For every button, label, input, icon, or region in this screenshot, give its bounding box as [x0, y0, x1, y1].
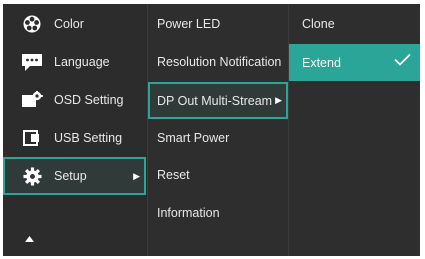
setup-item-label: Resolution Notification	[157, 55, 282, 69]
setup-item-label: Power LED	[157, 17, 221, 31]
main-menu-item-language[interactable]: Language	[3, 44, 146, 80]
setup-item-label: Information	[157, 206, 220, 220]
setup-item-information[interactable]: Information	[148, 195, 288, 231]
triangle-up-icon[interactable]	[25, 229, 34, 247]
setup-item-label: Smart Power	[157, 131, 230, 145]
setup-item-label: DP Out Multi-Stream	[157, 93, 273, 108]
color-wheel-icon	[21, 14, 43, 34]
speech-bubble-icon	[21, 52, 43, 72]
usb-setting-icon	[21, 128, 43, 148]
submenu-arrow-icon: ▶	[275, 95, 282, 105]
main-menu-item-usb-setting[interactable]: USB Setting	[3, 120, 146, 156]
main-menu-item-setup[interactable]: Setup ▶	[3, 157, 146, 195]
setup-menu-column: Power LED Resolution Notification DP Out…	[147, 4, 288, 256]
option-extend[interactable]: Extend	[289, 44, 420, 81]
option-label: Clone	[302, 17, 335, 31]
gear-icon	[21, 166, 43, 186]
submenu-arrow-icon: ▶	[133, 170, 140, 181]
main-menu-label: USB Setting	[54, 131, 123, 145]
main-menu-label: Setup	[54, 169, 87, 183]
osd-setting-icon	[21, 90, 43, 110]
setup-item-smart-power[interactable]: Smart Power	[148, 120, 288, 156]
setup-item-power-led[interactable]: Power LED	[148, 6, 288, 42]
main-menu-item-color[interactable]: Color	[3, 6, 146, 42]
osd-menu: Color Language OSD Setting USB Setting S…	[3, 4, 420, 256]
dp-out-options-column: Clone Extend	[288, 4, 420, 256]
main-menu-item-osd-setting[interactable]: OSD Setting	[3, 82, 146, 118]
main-menu-label: Language	[54, 55, 110, 69]
setup-item-dp-out-multi-stream[interactable]: DP Out Multi-Stream ▶	[148, 82, 288, 119]
setup-item-reset[interactable]: Reset	[148, 157, 288, 193]
option-label: Extend	[302, 55, 341, 70]
option-clone[interactable]: Clone	[289, 6, 420, 42]
checkmark-icon	[394, 53, 411, 69]
main-menu-column: Color Language OSD Setting USB Setting S…	[3, 4, 146, 256]
setup-item-resolution-notification[interactable]: Resolution Notification	[148, 44, 288, 80]
setup-item-label: Reset	[157, 168, 190, 182]
main-menu-label: Color	[54, 17, 84, 31]
main-menu-label: OSD Setting	[54, 93, 124, 107]
